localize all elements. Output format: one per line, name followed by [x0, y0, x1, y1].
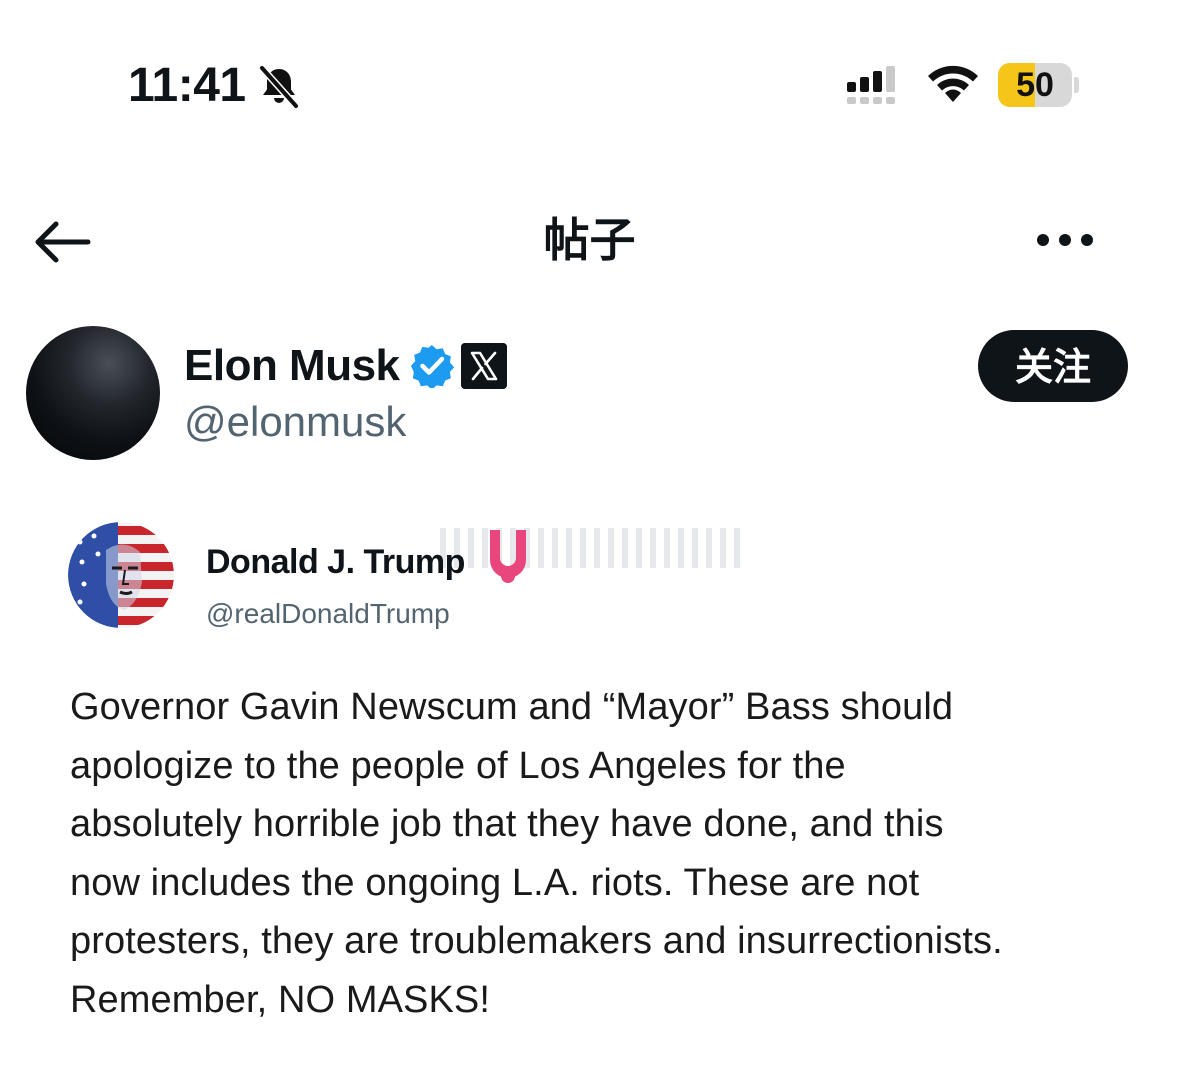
status-time: 11:41	[128, 59, 246, 112]
author-name[interactable]: Elon Musk	[184, 340, 400, 392]
verified-badge-icon	[410, 344, 454, 388]
battery-nub	[1074, 77, 1079, 93]
wifi-icon	[928, 65, 978, 102]
more-icon[interactable]	[1032, 222, 1098, 258]
signal-icon	[847, 66, 895, 104]
quoted-author-handle[interactable]: @realDonaldTrump	[206, 596, 450, 632]
quoted-avatar[interactable]	[68, 522, 174, 628]
post-text-line: Governor Gavin Newscum and “Mayor” Bass …	[70, 686, 954, 728]
quoted-badge-icon	[490, 530, 526, 583]
post-text-line: now includes the ongoing L.A. riots. The…	[70, 861, 920, 904]
author-handle[interactable]: @elonmusk	[184, 396, 406, 448]
quoted-author-name[interactable]: Donald J. Trump	[206, 540, 465, 584]
follow-button[interactable]: 关注	[978, 330, 1128, 402]
author-avatar[interactable]	[26, 326, 160, 460]
post-text-line: apologize to the people of Los Angeles f…	[70, 744, 846, 787]
post-text-line: protesters, they are troublemakers and i…	[70, 920, 1003, 962]
x-logo-icon	[461, 343, 507, 389]
battery-body: 50	[998, 63, 1072, 107]
bell-slash-icon	[259, 65, 299, 109]
post-text-line: absolutely horrible job that they have d…	[70, 803, 944, 845]
post-text: Governor Gavin Newscum and “Mayor” Bass …	[70, 678, 1130, 1029]
battery-level: 50	[1016, 66, 1054, 104]
page-title: 帖子	[543, 213, 636, 267]
battery-icon: 50	[998, 63, 1079, 107]
post-text-line: Remember, NO MASKS!	[70, 978, 491, 1021]
